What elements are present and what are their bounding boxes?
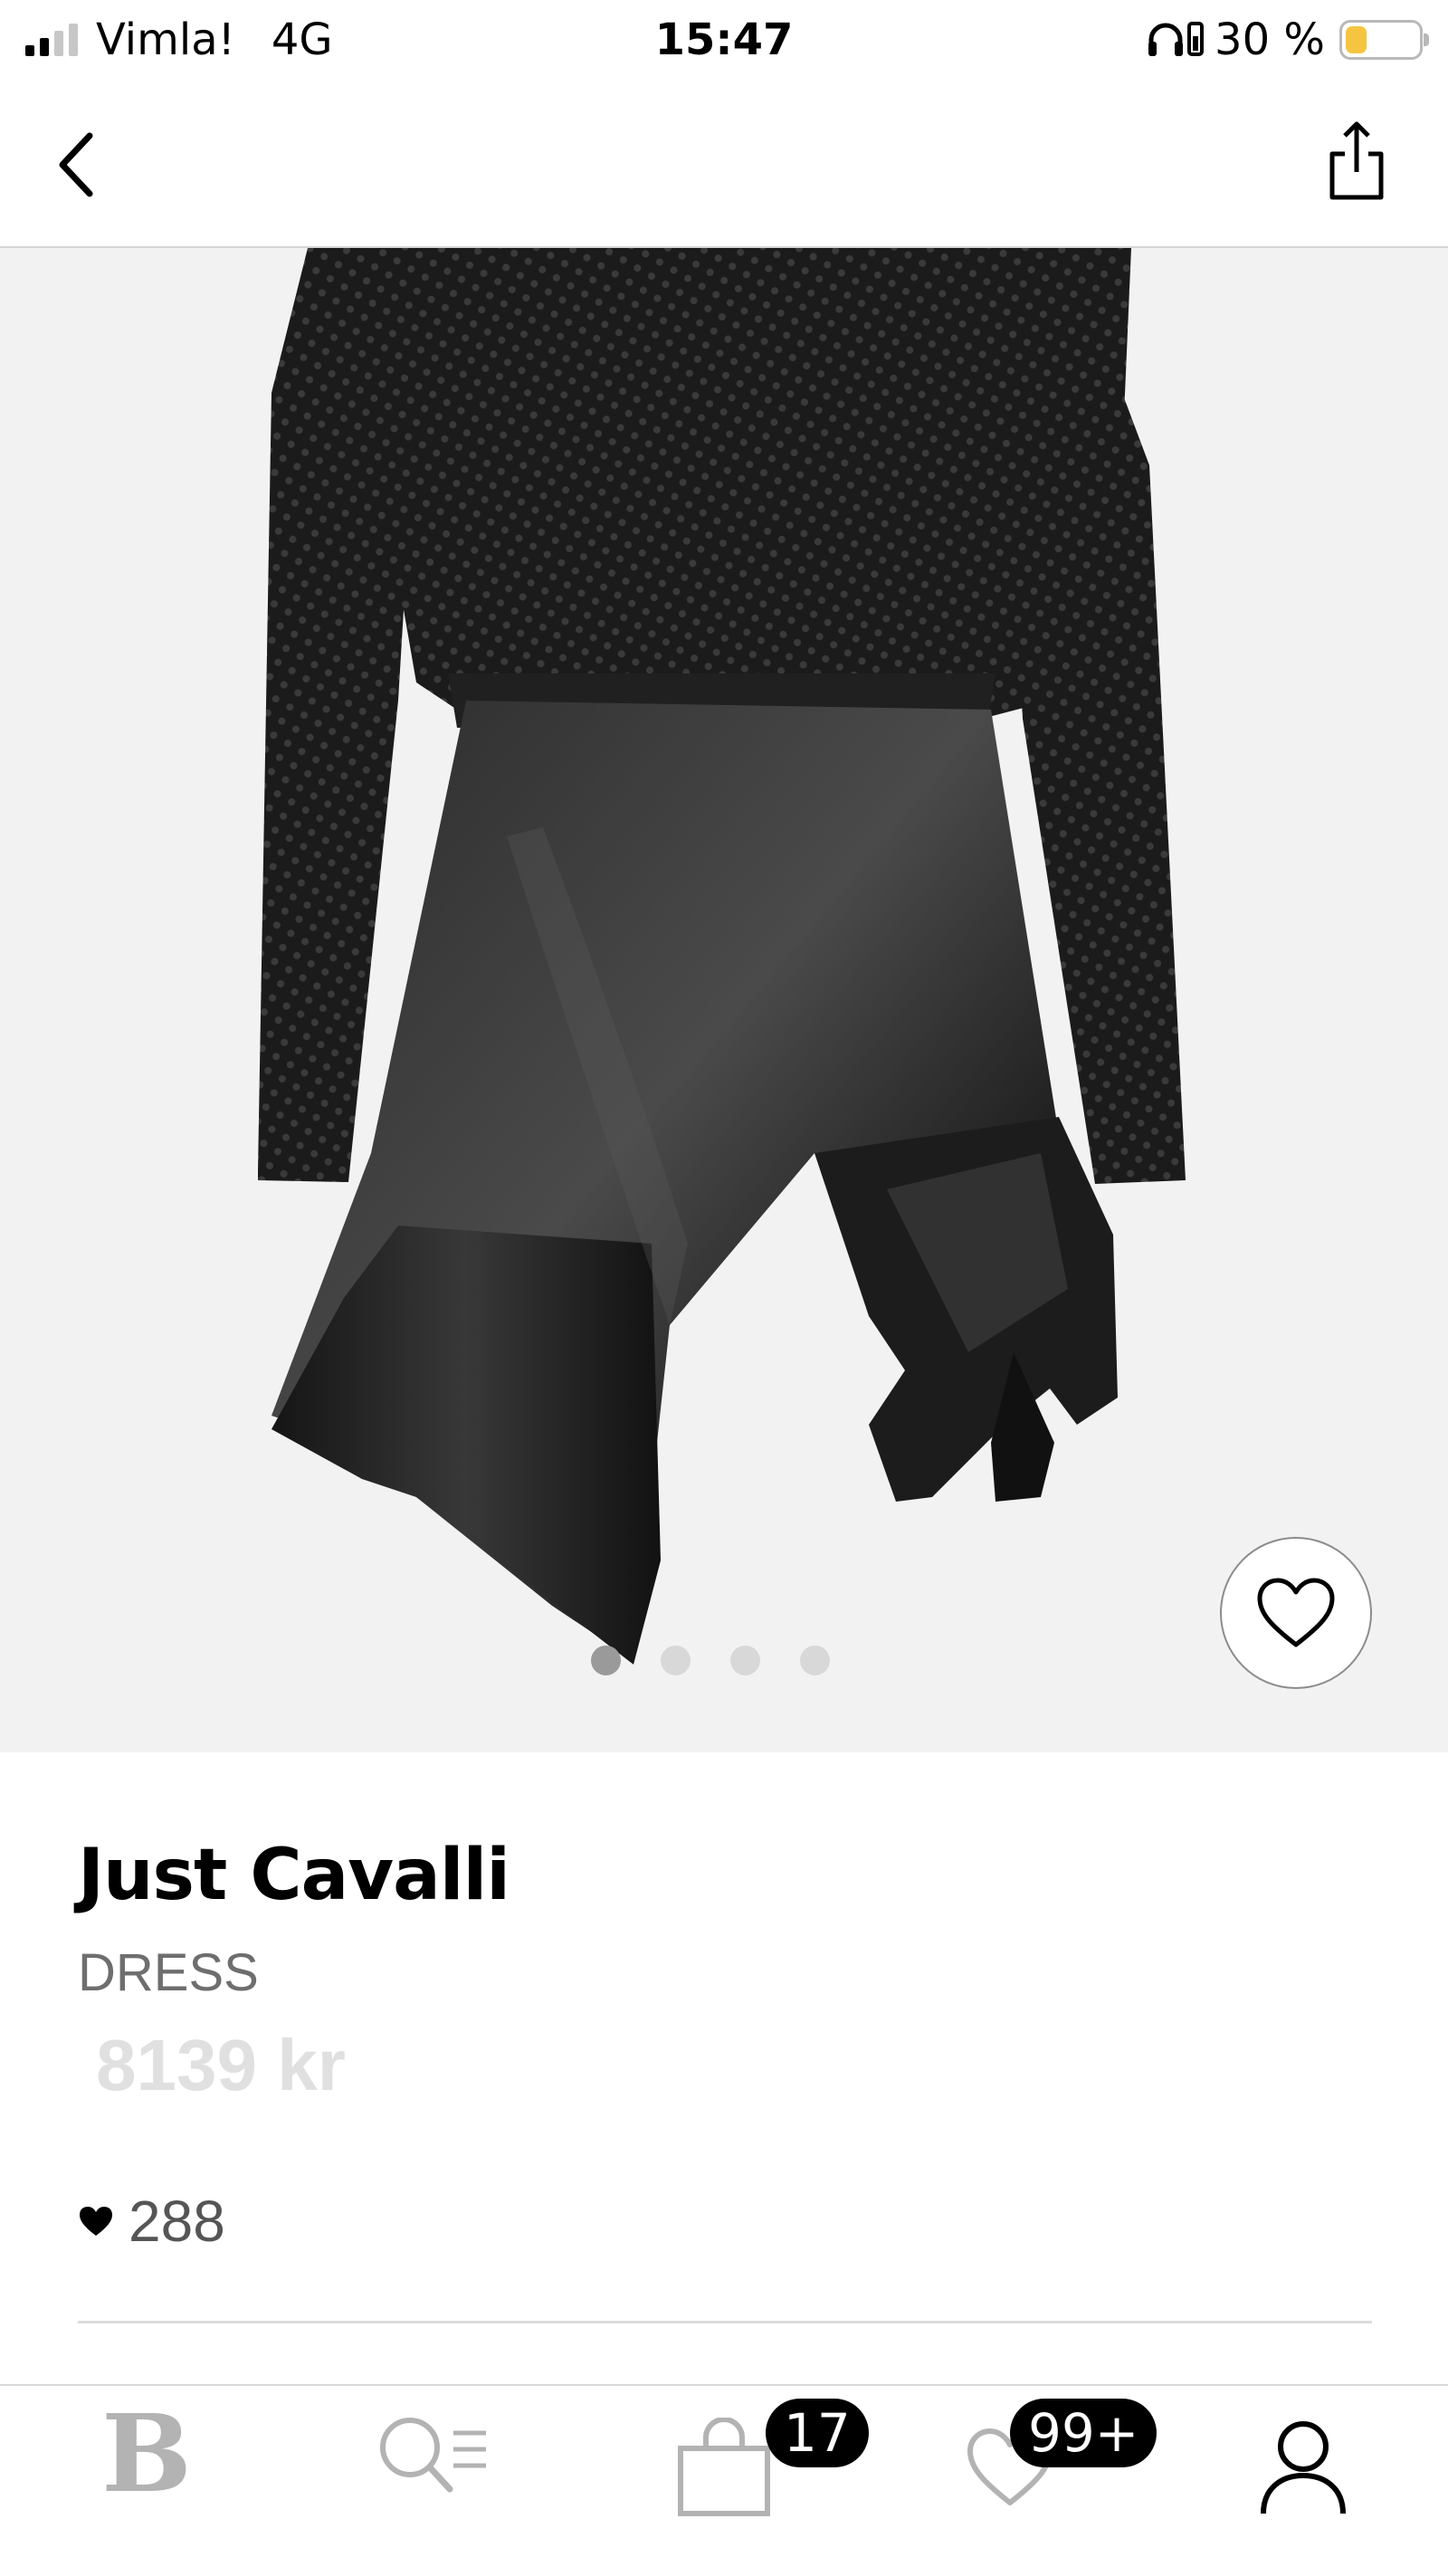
navigation-bar [0, 81, 1448, 248]
battery-percent: 30 % [1215, 14, 1325, 65]
tab-bag[interactable]: 17 [643, 2386, 869, 2522]
carousel-dot[interactable] [730, 1646, 760, 1675]
tab-profile[interactable] [1222, 2386, 1385, 2522]
headphones-icon [1146, 18, 1205, 62]
product-type: DRESS [78, 1943, 259, 2002]
share-button[interactable] [1316, 116, 1397, 206]
tab-bar: B 17 99+ [0, 2384, 1448, 2576]
person-icon [1261, 2421, 1346, 2514]
search-list-icon [380, 2418, 486, 2493]
shopping-bag-icon [678, 2418, 770, 2516]
divider [78, 2321, 1372, 2323]
battery-level [1346, 26, 1367, 53]
back-button[interactable] [40, 129, 112, 201]
product-price: 8139 kr [96, 2025, 346, 2105]
battery-icon [1339, 20, 1429, 60]
status-right: 30 % [1146, 11, 1429, 69]
likes-count: 288 [78, 2185, 225, 2257]
heart-outline-icon [1257, 1578, 1335, 1647]
brand-name[interactable]: Just Cavalli [78, 1830, 510, 1921]
heart-filled-icon [78, 2205, 114, 2237]
tab-home[interactable]: B [65, 2386, 228, 2522]
tab-search[interactable] [353, 2386, 516, 2522]
chevron-left-icon [59, 132, 93, 197]
product-image[interactable] [0, 248, 1448, 1752]
carousel-dot[interactable] [591, 1646, 621, 1675]
b-logo-icon: B [101, 2390, 192, 2516]
tab-wishlist[interactable]: 99+ [929, 2386, 1157, 2522]
share-icon [1329, 121, 1384, 200]
carousel-dot[interactable] [800, 1646, 830, 1675]
wishlist-count-badge: 99+ [1010, 2399, 1157, 2467]
likes-value: 288 [129, 2189, 225, 2254]
bag-count-badge: 17 [766, 2399, 869, 2467]
black-mini-dress-image [258, 248, 1186, 1665]
carousel-dot[interactable] [661, 1646, 691, 1675]
status-bar: Vimla! 4G 15:47 30 % [0, 0, 1448, 81]
favorite-button[interactable] [1220, 1537, 1372, 1689]
